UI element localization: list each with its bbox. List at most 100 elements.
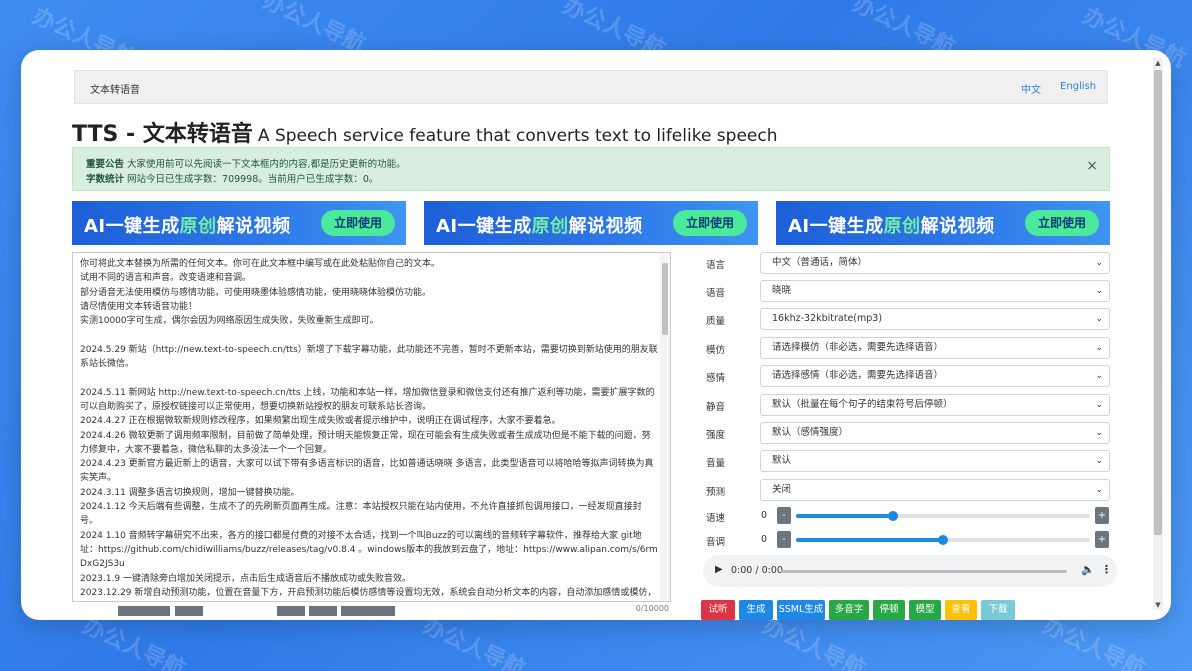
- page-scrollbar[interactable]: ▲ ▼: [1153, 58, 1163, 610]
- textarea-scrollbar[interactable]: [660, 253, 670, 601]
- action-button[interactable]: 生成: [739, 600, 773, 620]
- text-line: 2024.1.12 今天后端有些调整，生成不了的先刷新页面再生成。注意：本站授权…: [80, 502, 642, 527]
- chevron-down-icon: ⌄: [1095, 456, 1103, 466]
- page-title-sub: A Speech service feature that converts t…: [257, 126, 778, 146]
- scrollbar-thumb[interactable]: [1154, 70, 1162, 535]
- chevron-down-icon: ⌄: [1095, 314, 1103, 324]
- imitation-select[interactable]: 请选择模仿（非必选，需要先选择语音） ⌄: [760, 337, 1110, 359]
- ad-banner[interactable]: AI一键生成原创解说视频 立即使用: [72, 201, 406, 245]
- chevron-down-icon: ⌄: [1095, 286, 1103, 296]
- action-button[interactable]: 停顿: [873, 600, 905, 620]
- play-icon[interactable]: ▶: [715, 564, 723, 575]
- footer-button[interactable]: [309, 606, 337, 616]
- setting-label: 模仿: [706, 345, 726, 356]
- setting-label: 预测: [706, 487, 726, 498]
- char-counter: 0/10000: [635, 604, 669, 613]
- setting-label: 音量: [706, 458, 726, 469]
- text-line: 2024.4.27 正在根据微软新规则修改程序，如果频繁出现生成失败或者提示维护…: [80, 416, 561, 427]
- intensity-select[interactable]: 默认（感情强度） ⌄: [760, 422, 1110, 444]
- navbar-brand[interactable]: 文本转语音: [90, 81, 140, 96]
- action-button[interactable]: 模型: [909, 600, 941, 620]
- text-line: 2023.12.29 新增自动预测功能，位置在音量下方，开启预测功能后模仿感情等…: [80, 587, 657, 598]
- textarea-footer: 0/10000: [72, 602, 671, 616]
- banner-use-button[interactable]: 立即使用: [1025, 210, 1099, 236]
- rate-slider-fill: [796, 514, 893, 518]
- setting-language: 语言 中文（普通话，简体） ⌄: [701, 252, 1111, 274]
- banner-use-button[interactable]: 立即使用: [321, 210, 395, 236]
- emotion-select[interactable]: 请选择感情（非必选，需要先选择语音） ⌄: [760, 365, 1110, 387]
- volume-icon[interactable]: 🔈: [1081, 563, 1095, 576]
- text-line: 2024 1.10 音频转字幕研究不出来，各方的接口都是付费的对接不太合适，找到…: [80, 530, 658, 570]
- notice-alert: 重要公告 大家使用前可以先阅读一下文本框内的内容,都是历史更新的功能。 字数统计…: [72, 147, 1110, 191]
- chevron-down-icon: ⌄: [1095, 371, 1103, 381]
- stats-label: 字数统计: [86, 174, 125, 185]
- rate-slider[interactable]: [796, 511, 1090, 521]
- text-input-content[interactable]: 你可将此文本替换为所需的任何文本。你可在此文本框中编写或在此处粘贴你自己的文本。…: [80, 257, 658, 601]
- notice-label: 重要公告: [86, 159, 125, 170]
- pitch-slider-fill: [796, 538, 943, 542]
- close-icon[interactable]: ×: [1086, 158, 1098, 174]
- setting-quality: 质量 16khz-32kbitrate(mp3) ⌄: [701, 308, 1111, 330]
- rate-decrease-button[interactable]: -: [777, 507, 791, 524]
- browser-window: ▲ ▼ 文本转语音 中文 English TTS - 文本转语音 A Speec…: [21, 50, 1171, 620]
- text-line: [80, 371, 658, 385]
- pitch-increase-button[interactable]: +: [1095, 531, 1109, 548]
- footer-button[interactable]: [175, 606, 203, 616]
- page-title-main: TTS - 文本转语音: [72, 122, 253, 147]
- text-line: 你可将此文本替换为所需的任何文本。你可在此文本框中编写或在此处粘贴你自己的文本。: [80, 259, 441, 269]
- setting-label: 感情: [706, 373, 726, 384]
- rate-value: 0: [761, 510, 768, 521]
- silence-select[interactable]: 默认（批量在每个句子的结束符号后停顿） ⌄: [760, 394, 1110, 416]
- pitch-slider-row: 音调 0 - +: [701, 529, 1111, 551]
- banner-text: AI一键生成原创解说视频: [84, 216, 291, 237]
- setting-label: 质量: [706, 316, 726, 327]
- chevron-down-icon: ⌄: [1095, 428, 1103, 438]
- action-button[interactable]: 查看: [945, 600, 977, 620]
- action-button[interactable]: 下载: [981, 600, 1015, 620]
- setting-prediction: 预测 关闭 ⌄: [701, 479, 1111, 501]
- action-button[interactable]: 多音字: [829, 600, 869, 620]
- setting-volume: 音量 默认 ⌄: [701, 450, 1111, 472]
- action-button[interactable]: SSML生成: [777, 600, 825, 620]
- setting-silence: 静音 默认（批量在每个句子的结束符号后停顿） ⌄: [701, 394, 1111, 416]
- quality-select[interactable]: 16khz-32kbitrate(mp3) ⌄: [760, 308, 1110, 330]
- banner-text: AI一键生成原创解说视频: [436, 216, 643, 237]
- setting-label: 音调: [706, 537, 726, 548]
- footer-button[interactable]: [277, 606, 305, 616]
- language-select[interactable]: 中文（普通话，简体） ⌄: [760, 252, 1110, 274]
- text-input-area[interactable]: 你可将此文本替换为所需的任何文本。你可在此文本框中编写或在此处粘贴你自己的文本。…: [72, 252, 671, 602]
- text-line: 试用不同的语言和声音。改变语速和音调。: [80, 273, 252, 284]
- pitch-slider[interactable]: [796, 535, 1090, 545]
- audio-progress[interactable]: [781, 570, 1067, 573]
- banner-text: AI一键生成原创解说视频: [788, 216, 995, 237]
- notice-line: 重要公告 大家使用前可以先阅读一下文本框内的内容,都是历史更新的功能。: [86, 156, 406, 170]
- action-button[interactable]: 试听: [701, 600, 735, 620]
- ad-banner[interactable]: AI一键生成原创解说视频 立即使用: [424, 201, 758, 245]
- prediction-select[interactable]: 关闭 ⌄: [760, 479, 1110, 501]
- text-line: 2024.3.11 调整多语言切换规则，增加一键替换功能。: [80, 487, 300, 498]
- stats-text: 网站今日已生成字数：709998。当前用户已生成字数：0。: [127, 174, 379, 185]
- footer-button[interactable]: [341, 606, 395, 616]
- text-line: 2024.4.26 微软更新了调用频率限制，目前做了简单处理，预计明天能恢复正常…: [80, 430, 651, 455]
- stats-line: 字数统计 网站今日已生成字数：709998。当前用户已生成字数：0。: [86, 171, 378, 185]
- ad-banner[interactable]: AI一键生成原创解说视频 立即使用: [776, 201, 1110, 245]
- volume-select[interactable]: 默认 ⌄: [760, 450, 1110, 472]
- page-title: TTS - 文本转语音 A Speech service feature tha…: [72, 116, 778, 148]
- pitch-decrease-button[interactable]: -: [777, 531, 791, 548]
- more-options-icon[interactable]: ⋮: [1101, 563, 1112, 576]
- text-line: 2024.4.23 更新官方最近新上的语音，大家可以试下带有多语言标识的语音，比…: [80, 459, 654, 484]
- text-line: 部分语音无法使用模仿与感情功能，可使用晓墨体验感情功能，使用晓晓体验模仿功能。: [80, 287, 432, 298]
- voice-select[interactable]: 晓晓 ⌄: [760, 280, 1110, 302]
- rate-slider-handle[interactable]: [888, 511, 898, 521]
- rate-increase-button[interactable]: +: [1095, 507, 1109, 524]
- lang-en-link[interactable]: English: [1060, 81, 1096, 92]
- scroll-down-icon[interactable]: ▼: [1153, 600, 1163, 610]
- banner-use-button[interactable]: 立即使用: [673, 210, 747, 236]
- lang-zh-link[interactable]: 中文: [1021, 81, 1041, 96]
- scroll-up-icon[interactable]: ▲: [1153, 58, 1163, 68]
- pitch-slider-handle[interactable]: [938, 535, 948, 545]
- top-navbar: 文本转语音 中文 English: [74, 70, 1108, 104]
- footer-button[interactable]: [118, 606, 170, 616]
- pitch-value: 0: [761, 534, 768, 545]
- textarea-scrollbar-thumb[interactable]: [662, 263, 668, 335]
